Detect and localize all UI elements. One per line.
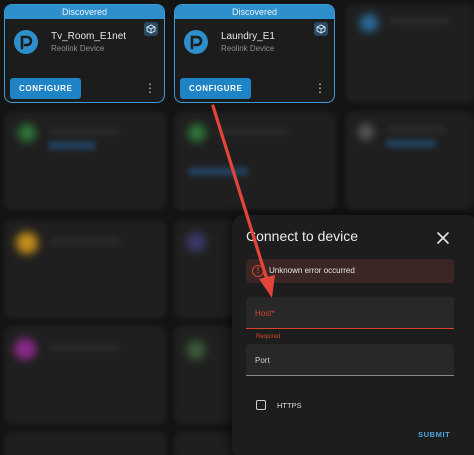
port-label: Port [255, 356, 270, 365]
device-subtitle: Reolink Device [221, 44, 275, 53]
discovered-banner: Discovered [175, 5, 334, 19]
blurred-card [346, 112, 474, 210]
configure-button[interactable]: CONFIGURE [10, 78, 82, 99]
https-checkbox[interactable] [256, 400, 266, 410]
more-vert-icon[interactable]: ⋮ [144, 81, 156, 95]
host-label: Host* [255, 309, 275, 318]
more-vert-icon[interactable]: ⋮ [314, 81, 326, 95]
submit-button[interactable]: SUBMIT [418, 430, 450, 439]
host-field[interactable]: Host* [246, 297, 454, 329]
error-message: Unknown error occurred [269, 266, 355, 275]
close-icon[interactable] [436, 231, 450, 245]
discovered-card-laundry: Discovered Laundry_E1 Reolink Device CON… [174, 4, 335, 103]
reolink-logo-icon [184, 30, 208, 54]
blurred-card [174, 326, 234, 424]
error-alert: ! Unknown error occurred [246, 259, 454, 283]
blurred-card [4, 112, 166, 210]
blurred-card [4, 432, 166, 455]
https-label: HTTPS [277, 401, 302, 410]
device-subtitle: Reolink Device [51, 44, 105, 53]
connect-dialog: Connect to device ! Unknown error occurr… [232, 215, 474, 455]
discovered-card-tv-room: Discovered Tv_Room_E1net Reolink Device … [4, 4, 165, 103]
error-icon: ! [252, 265, 264, 277]
dialog-title: Connect to device [246, 228, 359, 244]
blurred-card [174, 220, 234, 318]
package-badge-icon [314, 22, 328, 36]
blurred-card [4, 220, 166, 318]
blurred-card [346, 4, 474, 103]
device-name: Laundry_E1 [221, 31, 275, 42]
blurred-card [4, 326, 166, 424]
blurred-card [174, 112, 336, 210]
host-helper-text: Required [256, 334, 281, 340]
configure-button[interactable]: CONFIGURE [180, 78, 252, 99]
port-field[interactable]: Port [246, 344, 454, 376]
discovered-banner: Discovered [5, 5, 164, 19]
package-badge-icon [144, 22, 158, 36]
device-name: Tv_Room_E1net [51, 31, 127, 42]
integrations-page: Discovered Tv_Room_E1net Reolink Device … [0, 0, 474, 455]
blurred-card [174, 432, 234, 455]
reolink-logo-icon [14, 30, 38, 54]
